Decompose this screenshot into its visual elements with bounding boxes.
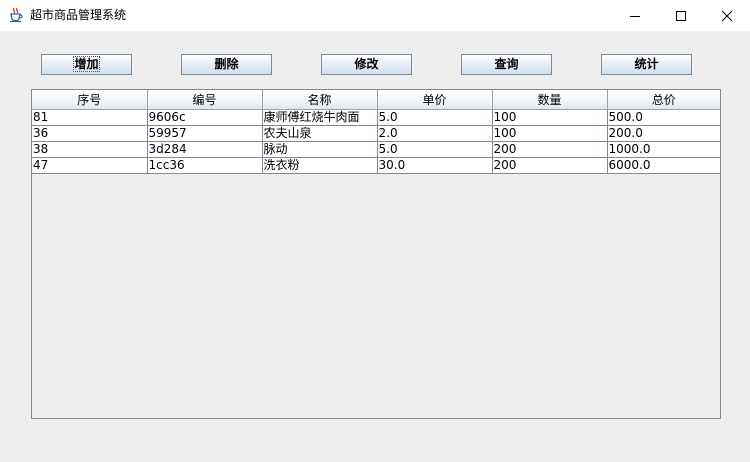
table-cell[interactable]: 农夫山泉 <box>262 125 378 142</box>
table-cell[interactable]: 200 <box>492 141 608 158</box>
table-cell[interactable]: 200 <box>492 157 608 174</box>
table-row[interactable]: 47 1cc36 洗衣粉 30.0 200 6000.0 <box>32 157 720 174</box>
add-button[interactable]: 增加 <box>41 54 132 75</box>
table-cell[interactable]: 6000.0 <box>607 157 720 174</box>
close-button[interactable] <box>704 0 750 31</box>
delete-button-label: 删除 <box>214 57 239 71</box>
maximize-button[interactable] <box>658 0 704 31</box>
table-cell[interactable]: 2.0 <box>377 125 493 142</box>
column-header-unit-price[interactable]: 单价 <box>377 90 493 110</box>
window-title: 超市商品管理系统 <box>30 8 127 22</box>
table-cell[interactable]: 30.0 <box>377 157 493 174</box>
table-cell[interactable]: 100 <box>492 125 608 142</box>
edit-button-label: 修改 <box>354 57 379 71</box>
query-button-label: 查询 <box>494 57 519 71</box>
table-cell[interactable]: 9606c <box>147 109 263 126</box>
column-header-name[interactable]: 名称 <box>262 90 378 110</box>
column-header-total-price[interactable]: 总价 <box>607 90 720 110</box>
table-cell[interactable]: 脉动 <box>262 141 378 158</box>
stats-button-label: 统计 <box>634 57 659 71</box>
table-cell[interactable]: 3d284 <box>147 141 263 158</box>
product-table-panel[interactable]: 序号 编号 名称 单价 数量 总价 81 9606c 康师傅红烧牛肉面 5.0 … <box>31 89 721 419</box>
table-row[interactable]: 36 59957 农夫山泉 2.0 100 200.0 <box>32 125 720 142</box>
close-icon <box>721 10 733 21</box>
table-cell[interactable]: 200.0 <box>607 125 720 142</box>
minimize-icon <box>630 15 640 17</box>
table-cell[interactable]: 81 <box>32 109 148 126</box>
add-button-label: 增加 <box>73 56 100 72</box>
query-button[interactable]: 查询 <box>461 54 552 75</box>
table-header-row: 序号 编号 名称 单价 数量 总价 <box>32 90 720 110</box>
table-cell[interactable]: 洗衣粉 <box>262 157 378 174</box>
product-table: 序号 编号 名称 单价 数量 总价 81 9606c 康师傅红烧牛肉面 5.0 … <box>32 90 720 174</box>
table-cell[interactable]: 1000.0 <box>607 141 720 158</box>
table-cell[interactable]: 1cc36 <box>147 157 263 174</box>
table-row[interactable]: 38 3d284 脉动 5.0 200 1000.0 <box>32 141 720 158</box>
table-cell[interactable]: 100 <box>492 109 608 126</box>
java-coffee-cup-icon <box>8 7 24 23</box>
table-row[interactable]: 81 9606c 康师傅红烧牛肉面 5.0 100 500.0 <box>32 109 720 126</box>
title-bar: 超市商品管理系统 <box>0 0 750 31</box>
column-header-code[interactable]: 编号 <box>147 90 263 110</box>
table-cell[interactable]: 59957 <box>147 125 263 142</box>
column-header-index[interactable]: 序号 <box>32 90 148 110</box>
table-cell[interactable]: 5.0 <box>377 141 493 158</box>
table-cell[interactable]: 康师傅红烧牛肉面 <box>262 109 378 126</box>
edit-button[interactable]: 修改 <box>321 54 412 75</box>
table-cell[interactable]: 36 <box>32 125 148 142</box>
stats-button[interactable]: 统计 <box>601 54 692 75</box>
delete-button[interactable]: 删除 <box>181 54 272 75</box>
column-header-quantity[interactable]: 数量 <box>492 90 608 110</box>
table-cell[interactable]: 5.0 <box>377 109 493 126</box>
table-cell[interactable]: 47 <box>32 157 148 174</box>
minimize-button[interactable] <box>612 0 658 31</box>
table-cell[interactable]: 500.0 <box>607 109 720 126</box>
maximize-icon <box>676 10 686 21</box>
table-cell[interactable]: 38 <box>32 141 148 158</box>
